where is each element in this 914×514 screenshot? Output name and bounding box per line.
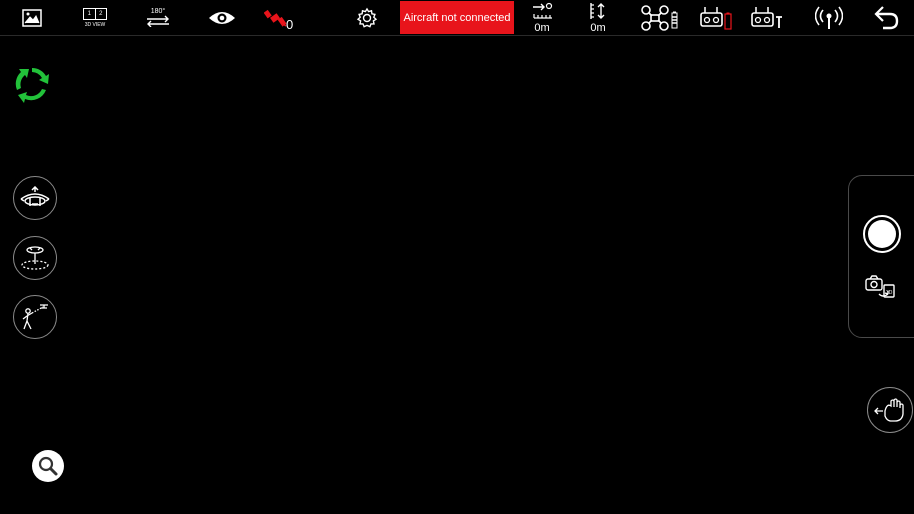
3d-view-button[interactable]: 1 2 3D VIEW [80,0,110,35]
shutter-button[interactable] [863,215,901,253]
eye-icon [209,11,235,24]
capture-panel [848,175,914,338]
follow-me-icon [22,304,48,330]
top-toolbar: 1 2 3D VIEW 180° 0 Aircraft not connecte… [0,0,914,36]
gear-icon [356,7,378,28]
remote-battery [700,0,734,35]
drone-battery-icon [641,4,678,31]
settings-button[interactable] [355,0,379,35]
camera-mode-button[interactable]: 3D [865,275,895,304]
3d-view-label: 3D VIEW [84,21,106,28]
drone-takeoff-icon [20,186,50,206]
remote-signal-icon [751,6,782,28]
takeoff-button[interactable] [13,176,57,220]
altitude-readout: 0m [583,0,613,35]
shutter-inner [868,220,896,248]
camera-mode-label: 3D [886,290,893,296]
rotate-180-label: 180° [150,8,166,15]
3d-view-cell-2: 2 [99,10,103,17]
orbit-icon [21,246,49,270]
back-arrow-icon [874,5,899,29]
refresh-icon [15,67,49,103]
gallery-button[interactable] [20,0,44,35]
connection-status-banner: Aircraft not connected [400,1,514,34]
aircraft-battery [640,0,682,35]
distance-value: 0m [534,22,550,34]
follow-me-button[interactable] [13,295,57,339]
distance-readout: 0m [527,0,557,35]
gesture-mode-button[interactable] [867,387,913,433]
altitude-icon [590,3,605,19]
3d-view-icon: 1 2 [83,7,107,20]
rotate-180-button[interactable]: 180° [143,0,173,35]
distance-icon [533,2,553,19]
remote-signal [751,0,785,35]
satellite-icon [264,9,287,27]
hand-gesture-icon [874,398,904,422]
refresh-button[interactable] [13,65,51,108]
antenna-signal-icon [815,6,843,29]
orbit-mode-button[interactable] [13,236,57,280]
wifi-signal [815,0,843,35]
back-button[interactable] [873,0,901,35]
visibility-button[interactable] [208,0,236,35]
altitude-value: 0m [590,22,606,34]
satellite-count: 0 [286,17,294,32]
satellite-status: 0 [256,0,296,35]
remote-battery-icon [700,6,732,30]
swap-arrows-icon [147,15,169,27]
gallery-icon [22,8,42,27]
3d-view-cell-1: 1 [84,8,96,19]
zoom-button[interactable] [32,450,64,482]
camera-switch-icon: 3D [865,275,895,298]
magnifier-icon [38,456,58,476]
